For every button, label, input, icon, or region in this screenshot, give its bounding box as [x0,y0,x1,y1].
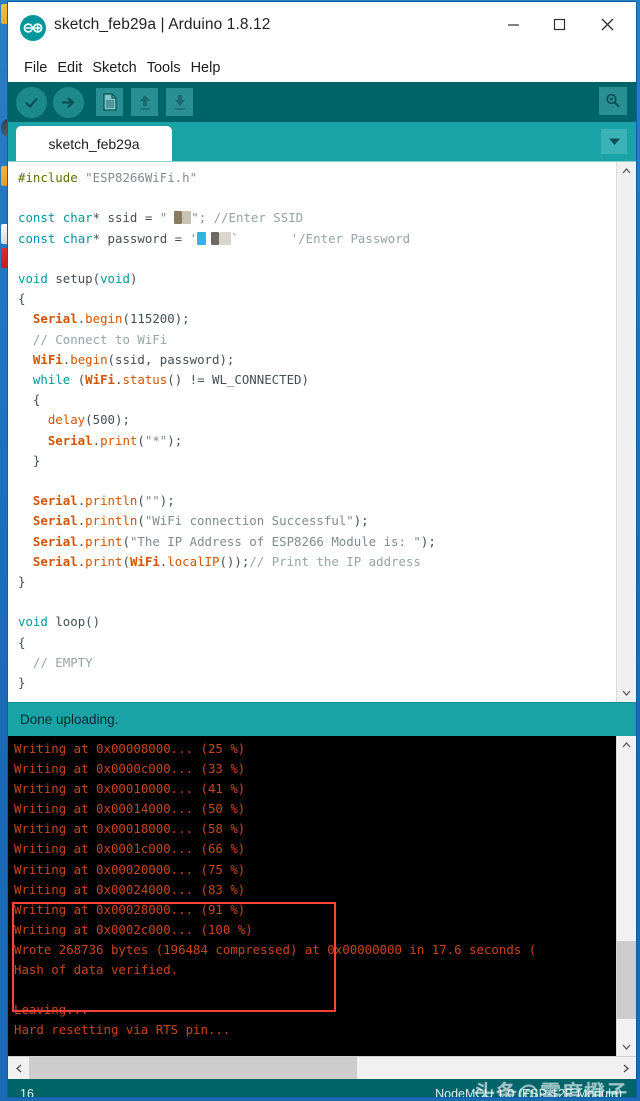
upload-button[interactable] [53,86,84,118]
maximize-button[interactable] [536,2,582,46]
console-line: Writing at 0x00018000... (58 %) [14,821,246,837]
menu-bar: File Edit Sketch Tools Help [8,55,636,82]
bottom-status-bar: 16 NodeMCU 1.0 (ESP-12E Module) 头条@零度橙子 [8,1079,636,1097]
tab-bar: sketch_feb29a [8,122,636,161]
console-line: Writing at 0x00028000... (91 %) [14,901,246,917]
chevron-down-icon[interactable] [617,1038,636,1056]
console-line: Writing at 0x0001c000... (66 %) [14,841,246,857]
toolbar [8,82,636,122]
editor-vertical-scrollbar[interactable] [616,162,636,702]
console-line: Hard resetting via RTS pin... [14,1022,231,1038]
console-line: Writing at 0x0002c000... (100 %) [14,921,253,937]
menu-help[interactable]: Help [186,59,226,78]
chevron-left-icon[interactable] [8,1057,29,1079]
chevron-right-icon[interactable] [615,1057,636,1079]
console-line: Writing at 0x00010000... (41 %) [14,781,246,797]
status-message: Done uploading. [20,712,119,727]
console-line: Hash of data verified. [14,962,179,978]
menu-sketch[interactable]: Sketch [87,59,141,78]
horizontal-scrollbar-thumb[interactable] [29,1057,357,1079]
tab-sketch-feb29a[interactable]: sketch_feb29a [16,126,172,161]
minimize-button[interactable] [490,2,536,46]
console-vertical-scrollbar[interactable] [616,736,636,1056]
console-horizontal-scrollbar[interactable] [8,1056,636,1079]
console-line: Writing at 0x00008000... (25 %) [14,741,246,756]
menu-file[interactable]: File [19,59,52,78]
watermark-text: 头条@零度橙子 [474,1081,628,1097]
chevron-down-icon[interactable] [601,129,627,154]
console-scrollbar-thumb[interactable] [617,941,636,1019]
chevron-up-icon[interactable] [617,736,636,754]
chevron-up-icon[interactable] [617,162,636,180]
menu-edit[interactable]: Edit [52,59,87,78]
console-line: Writing at 0x00014000... (50 %) [14,801,246,817]
new-file-button[interactable] [96,88,123,116]
serial-monitor-button[interactable] [599,87,627,115]
menu-tools[interactable]: Tools [142,59,186,78]
save-file-button[interactable] [166,88,193,116]
close-button[interactable] [584,2,630,46]
cursor-line-number: 16 [20,1087,34,1097]
code-text[interactable]: #include "ESP8266WiFi.h" const char* ssi… [8,162,616,702]
console-line: Writing at 0x00024000... (83 %) [14,881,246,897]
window-title: sketch_feb29a | Arduino 1.8.12 [54,16,271,33]
console-line: Writing at 0x0000c000... (33 %) [14,761,246,777]
verify-button[interactable] [16,86,47,118]
console-line: Wrote 268736 bytes (196484 compressed) a… [14,941,537,957]
open-file-button[interactable] [131,88,158,116]
console-panel[interactable]: Writing at 0x00008000... (25 %) Writing a… [8,736,636,1056]
code-editor[interactable]: #include "ESP8266WiFi.h" const char* ssi… [8,161,636,702]
status-message-bar: Done uploading. [8,702,636,736]
arduino-ide-window: sketch_feb29a | Arduino 1.8.12 File Edit… [8,2,636,1097]
chevron-down-icon[interactable] [617,684,636,702]
arduino-infinity-logo-icon [20,15,46,41]
console-output[interactable]: Writing at 0x00008000... (25 %) Writing a… [8,736,616,1056]
title-bar: sketch_feb29a | Arduino 1.8.12 [8,2,636,55]
console-line: Leaving... [14,1002,89,1018]
console-line: Writing at 0x00020000... (75 %) [14,861,246,877]
